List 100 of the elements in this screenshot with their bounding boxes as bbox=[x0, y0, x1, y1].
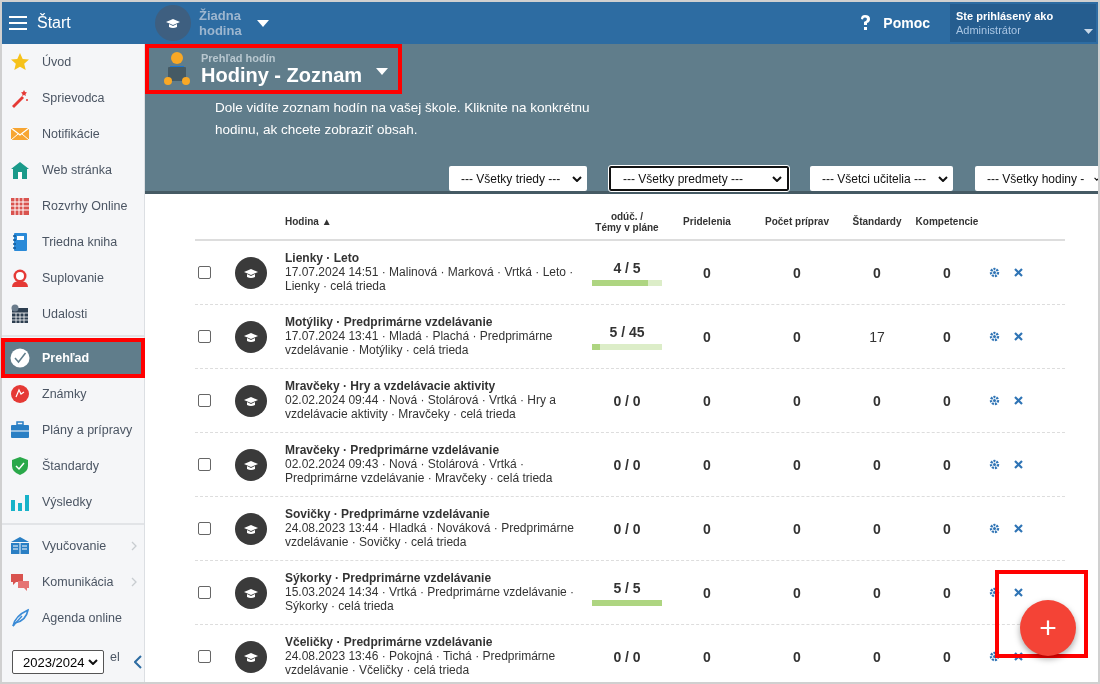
sidebar-item[interactable]: Rozvrhy Online bbox=[3, 188, 143, 224]
collapse-chevron-icon bbox=[134, 655, 142, 669]
taught-count: 4 / 5 bbox=[613, 259, 641, 276]
sidebar-item[interactable]: Úvod bbox=[3, 44, 143, 80]
row-checkbox[interactable] bbox=[198, 394, 211, 407]
row-checkbox[interactable] bbox=[198, 266, 211, 279]
lesson-title[interactable]: Sovičky · Predprimárne vzdelávanie bbox=[285, 507, 587, 521]
sidebar-item[interactable]: Prehľad bbox=[3, 340, 143, 376]
table-cell-text: 0 bbox=[942, 584, 952, 601]
user-menu[interactable]: Ste prihlásený ako Administrátor bbox=[950, 4, 1096, 42]
table-cell-text: 0 bbox=[872, 584, 882, 601]
column-header: Kompetencie bbox=[914, 216, 980, 227]
chevron-down-icon bbox=[88, 659, 98, 665]
table-cell-text: 0 bbox=[792, 520, 802, 537]
menu-icon bbox=[9, 15, 27, 31]
sidebar-item[interactable]: Sprievodca bbox=[3, 80, 143, 116]
lesson-title[interactable]: Včeličky · Predprimárne vzdelávanie bbox=[285, 635, 587, 649]
table-cell-text: 0 bbox=[872, 264, 882, 281]
filter-dropdown[interactable]: --- Všetky predmety --- bbox=[609, 166, 789, 191]
table-cell-text: 0 bbox=[942, 648, 952, 665]
teacher-icon bbox=[163, 51, 191, 87]
table-cell-text: 0 bbox=[792, 584, 802, 601]
column-header[interactable]: Hodina ▲ bbox=[285, 216, 587, 227]
table-cell-text: 0 bbox=[702, 520, 712, 537]
column-header: Počet príprav bbox=[764, 216, 830, 227]
close-icon[interactable] bbox=[1014, 652, 1023, 661]
table-cell-text: 0 bbox=[792, 328, 802, 345]
filter-dropdown[interactable]: --- Všetky hodiny - bbox=[975, 166, 1098, 191]
settings-icon[interactable] bbox=[989, 267, 1000, 278]
filter-dropdown[interactable]: --- Všetci učitelia --- bbox=[810, 166, 953, 191]
row-checkbox[interactable] bbox=[198, 650, 211, 663]
row-checkbox[interactable] bbox=[198, 522, 211, 535]
feather-icon bbox=[10, 608, 30, 628]
page-subtitle: Prehľad hodín bbox=[201, 51, 277, 64]
sidebar-item[interactable]: Udalosti bbox=[3, 296, 143, 332]
table-cell-text: 0 bbox=[872, 648, 882, 665]
settings-icon[interactable] bbox=[989, 523, 1000, 534]
sidebar-item[interactable]: Známky bbox=[3, 376, 143, 412]
calendar-grid-icon bbox=[10, 196, 30, 216]
settings-icon[interactable] bbox=[989, 395, 1000, 406]
row-checkbox[interactable] bbox=[198, 330, 211, 343]
sidebar-item[interactable]: Plány a prípravy bbox=[3, 412, 143, 448]
table-cell-text: 0 bbox=[792, 392, 802, 409]
add-button[interactable]: + bbox=[1020, 600, 1076, 656]
page-title[interactable]: Hodiny - Zoznam bbox=[201, 63, 363, 87]
shield-check-icon bbox=[10, 456, 30, 476]
help-link[interactable]: Pomoc bbox=[883, 15, 930, 31]
table-cell-text: 17 bbox=[868, 328, 886, 345]
lesson-title[interactable]: Lienky · Leto bbox=[285, 251, 587, 265]
sidebar-item[interactable]: Notifikácie bbox=[3, 116, 143, 152]
sidebar-item[interactable]: Komunikácia bbox=[3, 564, 143, 600]
chevron-down-icon bbox=[772, 175, 782, 182]
sidebar-item[interactable]: Výsledky bbox=[3, 484, 143, 520]
start-label[interactable]: Štart bbox=[37, 14, 71, 32]
lesson-title[interactable]: Motýliky · Predprimárne vzdelávanie bbox=[285, 315, 587, 329]
magic-wand-icon bbox=[10, 88, 30, 108]
table-cell-text: 0 bbox=[702, 264, 712, 281]
close-icon[interactable] bbox=[1014, 332, 1023, 341]
column-header: odúč. / Témy v pláne bbox=[594, 210, 660, 233]
settings-icon[interactable] bbox=[989, 651, 1000, 662]
close-icon[interactable] bbox=[1014, 460, 1023, 469]
graduation-cap-icon bbox=[155, 5, 191, 41]
sidebar-item[interactable]: Triedna kniha bbox=[3, 224, 143, 260]
sidebar-item[interactable]: Suplovanie bbox=[3, 260, 143, 296]
close-icon[interactable] bbox=[1014, 588, 1023, 597]
house-icon bbox=[10, 160, 30, 180]
lesson-details: 17.07.2024 14:51 · Malinová · Marková · Vrtká · Leto · Lienky · celá trieda bbox=[285, 265, 575, 293]
sidebar-item[interactable]: Web stránka bbox=[3, 152, 143, 188]
taught-count: 0 / 0 bbox=[613, 520, 641, 537]
graduation-cap-icon bbox=[235, 512, 267, 545]
lesson-details: 15.03.2024 14:34 · Vrtká · Predprimárne vzdelávanie · Sýkorky · celá trieda bbox=[285, 585, 576, 613]
table-cell-text: 0 bbox=[942, 392, 952, 409]
filter-dropdown[interactable]: --- Všetky triedy --- bbox=[449, 166, 587, 191]
sidebar-item[interactable]: Agenda online bbox=[3, 600, 143, 636]
year-select[interactable]: 2023/2024 bbox=[12, 650, 104, 674]
star-icon bbox=[10, 52, 30, 72]
close-icon[interactable] bbox=[1014, 268, 1023, 277]
caret-icon bbox=[1084, 29, 1093, 34]
settings-icon[interactable] bbox=[989, 459, 1000, 470]
graduation-cap-icon bbox=[235, 448, 267, 481]
lesson-title[interactable]: Mravčeky · Hry a vzdelávacie aktivity bbox=[285, 379, 587, 393]
table-cell-text: 0 bbox=[872, 520, 882, 537]
lesson-details: 24.08.2023 13:46 · Pokojná · Tichá · Predprimárne vzdelávanie · Včeličky · celá trieda bbox=[285, 649, 557, 677]
table-cell-text: 0 bbox=[702, 584, 712, 601]
table-cell-text: 0 bbox=[702, 328, 712, 345]
close-icon[interactable] bbox=[1014, 524, 1023, 533]
sidebar-item[interactable]: el bbox=[110, 650, 120, 664]
sidebar-item[interactable]: Vyučovanie bbox=[3, 528, 143, 564]
lesson-title[interactable]: Mravčeky · Predprimárne vzdelávanie bbox=[285, 443, 587, 457]
taught-count: 0 / 0 bbox=[613, 456, 641, 473]
row-checkbox[interactable] bbox=[198, 586, 211, 599]
column-header: Štandardy bbox=[851, 216, 903, 227]
settings-icon[interactable] bbox=[989, 331, 1000, 342]
table-cell-text: 0 bbox=[702, 648, 712, 665]
close-icon[interactable] bbox=[1014, 396, 1023, 405]
row-checkbox[interactable] bbox=[198, 458, 211, 471]
sidebar-item[interactable]: Štandardy bbox=[3, 448, 143, 484]
lesson-details: 02.02.2024 09:44 · Nová · Stolárová · Vrtká · Hry a vzdelávacie aktivity · Mravčeky · celá trieda bbox=[285, 393, 558, 421]
table-cell-text: 0 bbox=[942, 456, 952, 473]
lesson-title[interactable]: Sýkorky · Predprimárne vzdelávanie bbox=[285, 571, 587, 585]
